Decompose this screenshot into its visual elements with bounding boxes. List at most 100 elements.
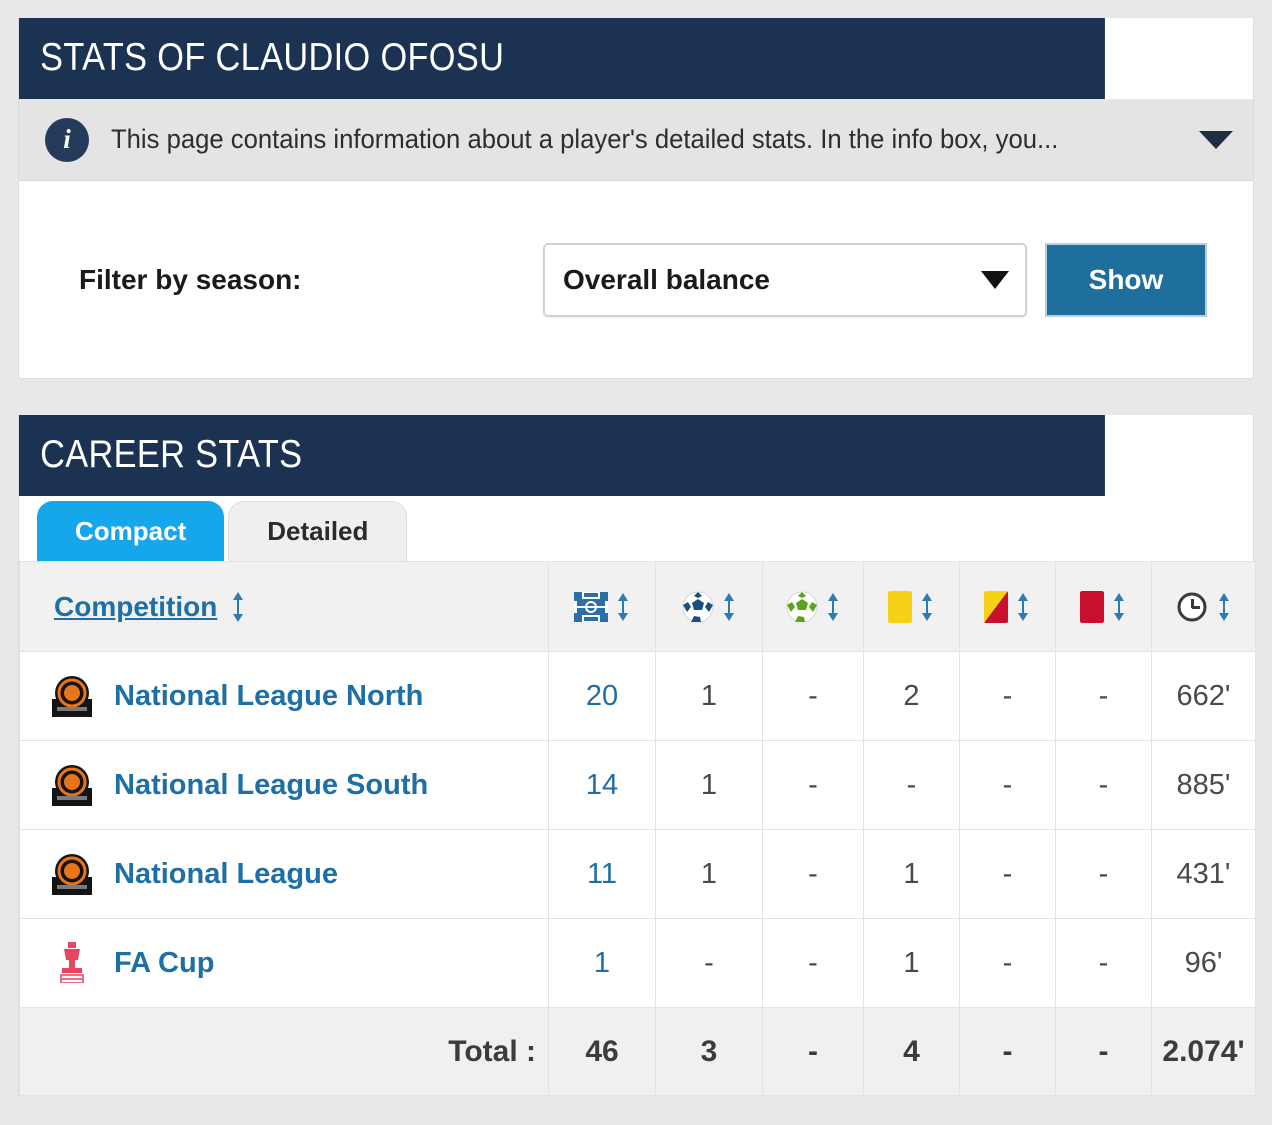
sort-updown-icon[interactable] <box>825 590 841 624</box>
football-green-icon <box>786 591 817 622</box>
assists-cell: - <box>762 918 864 1008</box>
competition-cell: National League North <box>19 651 549 741</box>
minutes-cell: 431' <box>1151 829 1256 919</box>
tab-detailed[interactable]: Detailed <box>228 501 408 561</box>
sort-updown-icon[interactable] <box>615 590 631 624</box>
goals-cell: - <box>655 918 763 1008</box>
sort-updown-icon[interactable] <box>1216 590 1232 624</box>
column-header-minutes[interactable] <box>1151 561 1256 652</box>
clock-icon <box>1177 592 1207 621</box>
table-body: National League North 20 1 - 2 - - 662' <box>19 651 1256 1008</box>
table-row: National League 11 1 - 1 - - 431' <box>19 829 1256 919</box>
career-stats-title: CAREER STATS <box>19 415 1105 496</box>
yellow-cards-cell: 2 <box>863 651 960 741</box>
sort-updown-icon[interactable] <box>1015 590 1031 624</box>
appearances-link[interactable]: 1 <box>594 947 610 979</box>
total-goals: 3 <box>655 1007 763 1096</box>
column-header-appearances[interactable] <box>548 561 656 652</box>
red-card-icon <box>1080 590 1104 623</box>
sort-updown-icon[interactable] <box>1111 590 1127 624</box>
appearances-cell[interactable]: 20 <box>548 651 656 741</box>
yellow-cards-cell: 1 <box>863 918 960 1008</box>
red-cards-cell: - <box>1055 918 1152 1008</box>
chevron-down-icon[interactable] <box>1199 130 1233 149</box>
national-league-logo <box>52 676 92 717</box>
chevron-down-icon <box>981 270 1009 289</box>
sort-updown-icon[interactable] <box>919 590 935 624</box>
competition-cell: National League <box>19 829 549 919</box>
column-header-assists[interactable] <box>762 561 864 652</box>
total-red-cards: - <box>1055 1007 1152 1096</box>
total-appearances: 46 <box>548 1007 656 1096</box>
tab-compact[interactable]: Compact <box>37 501 225 561</box>
sort-updown-icon[interactable] <box>229 589 247 625</box>
filter-by-season-label: Filter by season: <box>79 263 302 295</box>
minutes-cell: 885' <box>1151 740 1256 830</box>
appearances-cell[interactable]: 11 <box>548 829 656 919</box>
sort-updown-icon[interactable] <box>721 590 737 624</box>
competition-sort-link[interactable]: Competition <box>54 591 217 623</box>
appearances-link[interactable]: 20 <box>586 680 618 712</box>
table-row: National League North 20 1 - 2 - - 662' <box>19 651 1256 741</box>
fa-cup-logo <box>60 942 84 983</box>
second-yellow-cards-cell: - <box>959 829 1056 919</box>
season-select-value: Overall balance <box>563 263 771 295</box>
goals-cell: 1 <box>655 829 763 919</box>
info-icon: i <box>45 117 89 162</box>
total-label: Total : <box>19 1007 549 1096</box>
pitch-icon <box>573 591 608 622</box>
red-cards-cell: - <box>1055 740 1152 830</box>
total-assists: - <box>762 1007 864 1096</box>
page-title: STATS OF CLAUDIO OFOSU <box>19 18 1105 99</box>
appearances-cell[interactable]: 14 <box>548 740 656 830</box>
competition-link[interactable]: National League <box>114 858 338 891</box>
total-second-yellow-cards: - <box>959 1007 1056 1096</box>
yellow-card-icon <box>888 590 912 623</box>
column-header-second-yellow-cards[interactable] <box>959 561 1056 652</box>
career-stats-panel: CAREER STATS Compact Detailed Competitio… <box>18 415 1256 1096</box>
second-yellow-cards-cell: - <box>959 651 1056 741</box>
table-header: Competition <box>19 561 1256 652</box>
stats-panel: STATS OF CLAUDIO OFOSU i This page conta… <box>18 18 1254 379</box>
competition-cell: National League South <box>19 740 549 830</box>
assists-cell: - <box>762 651 864 741</box>
second-yellow-cards-cell: - <box>959 740 1056 830</box>
table-header-row: Competition <box>19 561 1256 652</box>
national-league-logo <box>52 765 92 806</box>
column-header-red-cards[interactable] <box>1055 561 1152 652</box>
total-minutes: 2.074' <box>1151 1007 1256 1096</box>
minutes-cell: 96' <box>1151 918 1256 1008</box>
competition-link[interactable]: FA Cup <box>114 947 214 980</box>
appearances-cell[interactable]: 1 <box>548 918 656 1008</box>
red-cards-cell: - <box>1055 829 1152 919</box>
appearances-link[interactable]: 14 <box>586 769 618 801</box>
season-select[interactable]: Overall balance <box>543 242 1027 317</box>
filter-controls: Overall balance Show <box>543 242 1207 317</box>
total-yellow-cards: 4 <box>863 1007 960 1096</box>
info-text: This page contains information about a p… <box>111 124 1059 154</box>
goals-cell: 1 <box>655 740 763 830</box>
football-blue-icon <box>682 591 713 622</box>
player-stats-page: STATS OF CLAUDIO OFOSU i This page conta… <box>0 18 1272 1125</box>
column-header-goals[interactable] <box>655 561 763 652</box>
career-stats-table: Competition National League North 20 1 -… <box>19 561 1256 1096</box>
column-header-competition[interactable]: Competition <box>19 561 549 652</box>
yellow-cards-cell: 1 <box>863 829 960 919</box>
appearances-link[interactable]: 11 <box>587 858 617 890</box>
competition-link[interactable]: National League North <box>114 680 423 713</box>
competition-link[interactable]: National League South <box>114 769 428 802</box>
table-row: FA Cup 1 - - 1 - - 96' <box>19 918 1256 1008</box>
info-bar[interactable]: i This page contains information about a… <box>19 99 1253 181</box>
yellow-cards-cell: - <box>863 740 960 830</box>
assists-cell: - <box>762 829 864 919</box>
national-league-logo <box>52 854 92 895</box>
table-row: National League South 14 1 - - - - 885' <box>19 740 1256 830</box>
second-yellow-cards-cell: - <box>959 918 1056 1008</box>
goals-cell: 1 <box>655 651 763 741</box>
filter-panel: Filter by season: Overall balance Show <box>19 181 1253 379</box>
show-button[interactable]: Show <box>1045 242 1207 317</box>
column-header-yellow-cards[interactable] <box>863 561 960 652</box>
total-row: Total : 46 3 - 4 - - 2.074' <box>19 1007 1256 1096</box>
assists-cell: - <box>762 740 864 830</box>
competition-cell: FA Cup <box>19 918 549 1008</box>
